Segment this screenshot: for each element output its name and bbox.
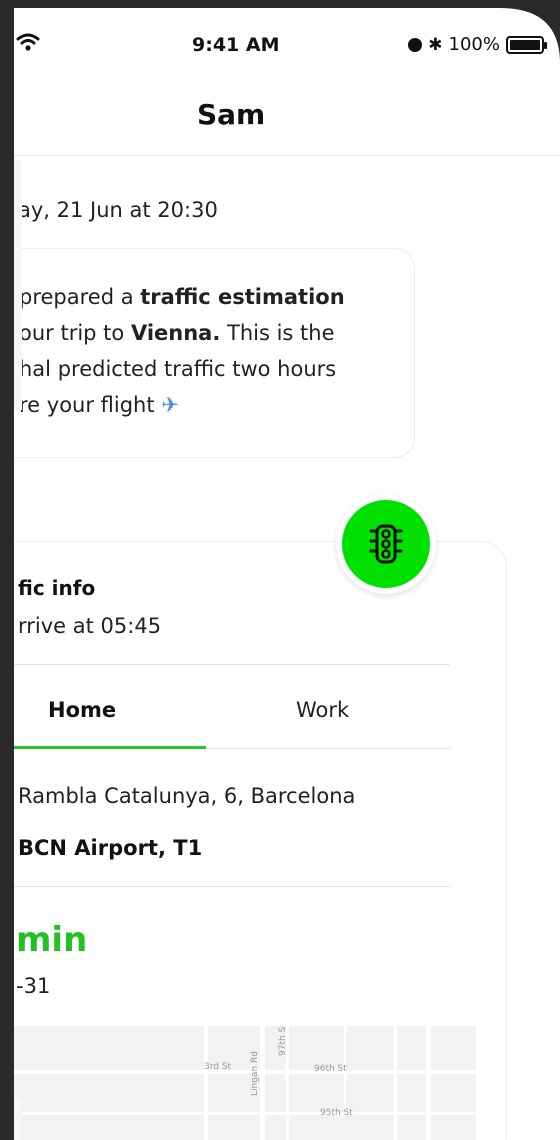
map-street [426,1026,431,1140]
divider [14,664,450,665]
route-map[interactable]: 3rd St 96th St 95th St 97th St Lingan Rd [14,1026,476,1140]
status-bar: 9:41 AM ✱ 100% [14,8,560,70]
card-subtitle: rrive at 05:45 [18,614,162,638]
map-street [14,1112,476,1115]
battery-percent: 100% [448,34,500,55]
traffic-badge [336,494,436,594]
map-label: 96th St [314,1064,347,1074]
map-street [14,1070,476,1074]
map-street [394,1026,397,1140]
status-time: 9:41 AM [192,34,280,56]
background-sheet [14,1098,22,1140]
map-label: 95th St [320,1108,353,1118]
map-street [204,1026,208,1140]
background-sheet [14,160,22,410]
message-line: re your flight ✈ [19,393,179,417]
nav-header: Sam [14,70,560,156]
map-label: Lingan Rd [250,1051,260,1096]
message-bubble: prepared a traffic estimation our trip t… [14,248,415,458]
message-line: prepared a traffic estimation [19,285,345,309]
tab-work[interactable]: Work [296,698,349,722]
message-date: ay, 21 Jun at 20:30 [18,198,218,222]
traffic-light-icon [369,524,403,564]
map-street [260,1026,265,1140]
map-label: 97th St [278,1026,288,1056]
road-name: -31 [16,974,51,998]
device-frame-left [0,0,14,1140]
tab-home[interactable]: Home [48,698,116,722]
divider [14,886,450,887]
map-label: 3rd St [204,1062,232,1072]
message-line: hal predicted traffic two hours [19,357,337,381]
bluetooth-icon: ✱ [428,34,443,55]
route-destination: BCN Airport, T1 [18,836,203,860]
alarm-icon [408,37,423,52]
device-frame-corner [500,0,560,60]
route-origin: Rambla Catalunya, 6, Barcelona [18,784,356,808]
message-text: prepared a traffic estimation our trip t… [19,279,419,423]
device-frame-top [0,0,560,8]
airplane-icon: ✈ [161,393,179,417]
card-title: fic info [18,576,96,600]
message-line: our trip to Vienna. This is the [19,321,335,345]
eta-value: min [16,920,88,960]
active-tab-indicator [14,746,206,749]
page-title: Sam [197,98,266,131]
app-screen: 9:41 AM ✱ 100% Sam ay, 21 Jun at 20:30 p… [14,8,560,1140]
wifi-icon [16,33,40,51]
